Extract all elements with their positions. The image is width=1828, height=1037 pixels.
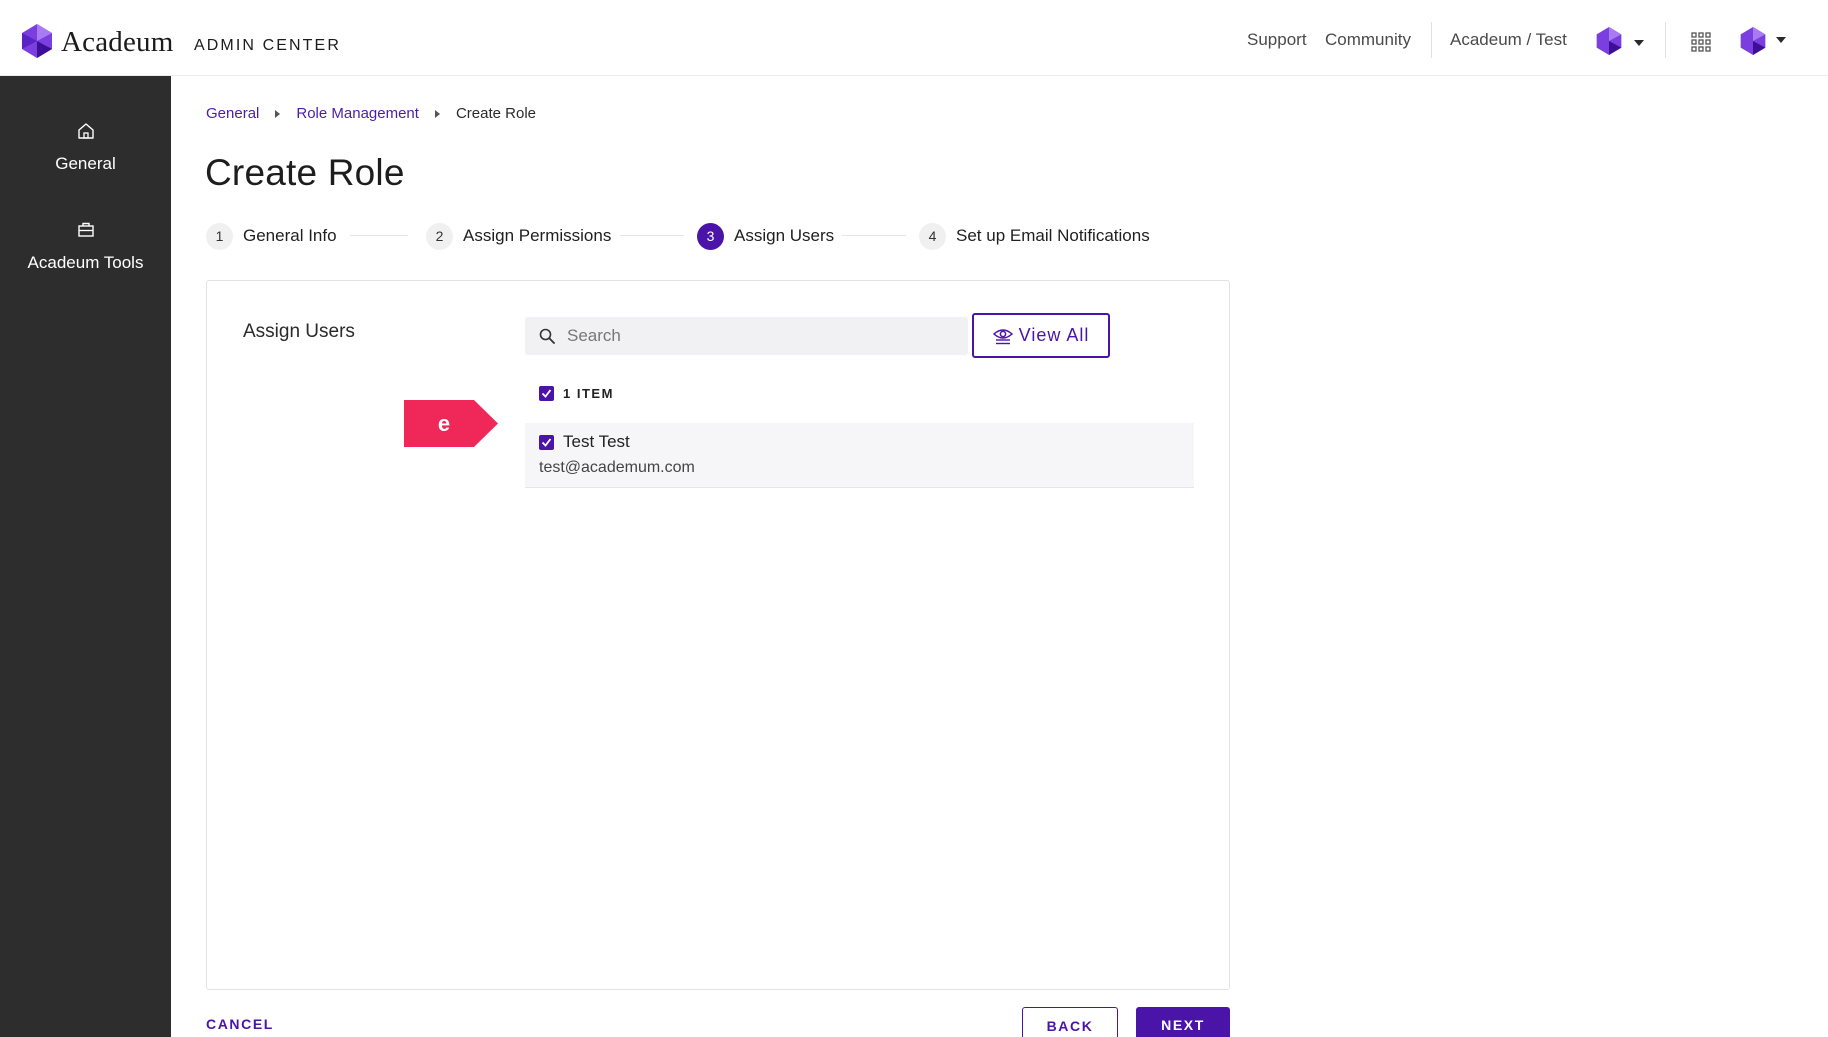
user-name: Test Test bbox=[563, 432, 630, 451]
back-button[interactable]: BACK bbox=[1022, 1007, 1118, 1037]
acadeum-logo-icon[interactable] bbox=[22, 24, 52, 58]
top-bar: Acadeum ADMIN CENTER Support Community A… bbox=[0, 0, 1828, 76]
breadcrumb-general[interactable]: General bbox=[206, 105, 259, 122]
step-number: 2 bbox=[426, 222, 453, 250]
step-label: Assign Users bbox=[734, 226, 835, 245]
header-divider bbox=[1665, 22, 1666, 58]
user-checkbox[interactable] bbox=[539, 435, 554, 450]
breadcrumb-current: Create Role bbox=[455, 105, 536, 122]
user-email: test@academum.com bbox=[539, 459, 695, 476]
step-connector bbox=[350, 235, 408, 236]
select-all-row: 1 ITEM bbox=[539, 386, 614, 401]
section-label: Assign Users bbox=[243, 321, 355, 342]
sidebar: General Acadeum Tools bbox=[0, 76, 171, 1037]
sidebar-item-general[interactable]: General bbox=[0, 122, 171, 206]
page-title: Create Role bbox=[205, 152, 405, 193]
chevron-down-icon[interactable] bbox=[1634, 40, 1644, 46]
chevron-right-icon bbox=[275, 109, 281, 118]
cancel-button[interactable]: CANCEL bbox=[206, 1016, 274, 1032]
step-label: Set up Email Notifications bbox=[956, 226, 1150, 245]
view-all-label: View All bbox=[1018, 325, 1090, 345]
community-link[interactable]: Community bbox=[1325, 30, 1411, 50]
eye-icon bbox=[992, 328, 1013, 344]
sidebar-item-label: General bbox=[55, 154, 116, 173]
next-button[interactable]: NEXT bbox=[1136, 1007, 1230, 1037]
step-assign-users[interactable]: 3 Assign Users bbox=[697, 222, 834, 250]
search-input[interactable] bbox=[567, 317, 957, 355]
annotation-tag-label: e bbox=[437, 410, 451, 436]
brand-name[interactable]: Acadeum bbox=[61, 26, 174, 59]
support-link[interactable]: Support bbox=[1247, 30, 1307, 50]
step-email-notifications[interactable]: 4 Set up Email Notifications bbox=[919, 222, 1150, 250]
item-count-label: 1 ITEM bbox=[563, 386, 614, 401]
step-number: 4 bbox=[919, 222, 946, 250]
sidebar-item-acadeum-tools[interactable]: Acadeum Tools bbox=[0, 221, 171, 305]
step-connector bbox=[842, 235, 906, 236]
breadcrumb: General Role Management Create Role bbox=[206, 105, 536, 122]
check-icon bbox=[541, 389, 552, 398]
assign-users-card: Assign Users View All 1 ITEM T bbox=[206, 280, 1230, 990]
step-assign-permissions[interactable]: 2 Assign Permissions bbox=[426, 222, 611, 250]
search-field[interactable] bbox=[525, 317, 968, 355]
institution-logo-icon[interactable] bbox=[1596, 27, 1622, 55]
apps-grid-icon[interactable] bbox=[1691, 32, 1711, 52]
chevron-right-icon bbox=[434, 109, 440, 118]
step-number: 1 bbox=[206, 222, 233, 250]
breadcrumb-role-management[interactable]: Role Management bbox=[296, 105, 419, 122]
select-all-checkbox[interactable] bbox=[539, 386, 554, 401]
step-connector bbox=[620, 235, 684, 236]
user-avatar-icon[interactable] bbox=[1740, 27, 1766, 55]
chevron-down-icon[interactable] bbox=[1776, 37, 1786, 43]
view-all-button[interactable]: View All bbox=[972, 313, 1110, 358]
check-icon bbox=[541, 438, 552, 447]
toolbox-icon bbox=[78, 222, 94, 237]
step-number: 3 bbox=[697, 222, 724, 250]
step-label: General Info bbox=[243, 226, 337, 245]
list-item[interactable]: Test Test test@academum.com bbox=[525, 423, 1194, 488]
header-divider bbox=[1431, 22, 1432, 58]
step-general-info[interactable]: 1 General Info bbox=[206, 222, 337, 250]
home-icon bbox=[78, 123, 94, 139]
search-icon bbox=[539, 328, 555, 344]
account-switcher-label[interactable]: Acadeum / Test bbox=[1450, 30, 1567, 50]
sidebar-item-label: Acadeum Tools bbox=[27, 253, 144, 272]
step-label: Assign Permissions bbox=[463, 226, 612, 245]
brand-subtitle: ADMIN CENTER bbox=[194, 37, 341, 54]
